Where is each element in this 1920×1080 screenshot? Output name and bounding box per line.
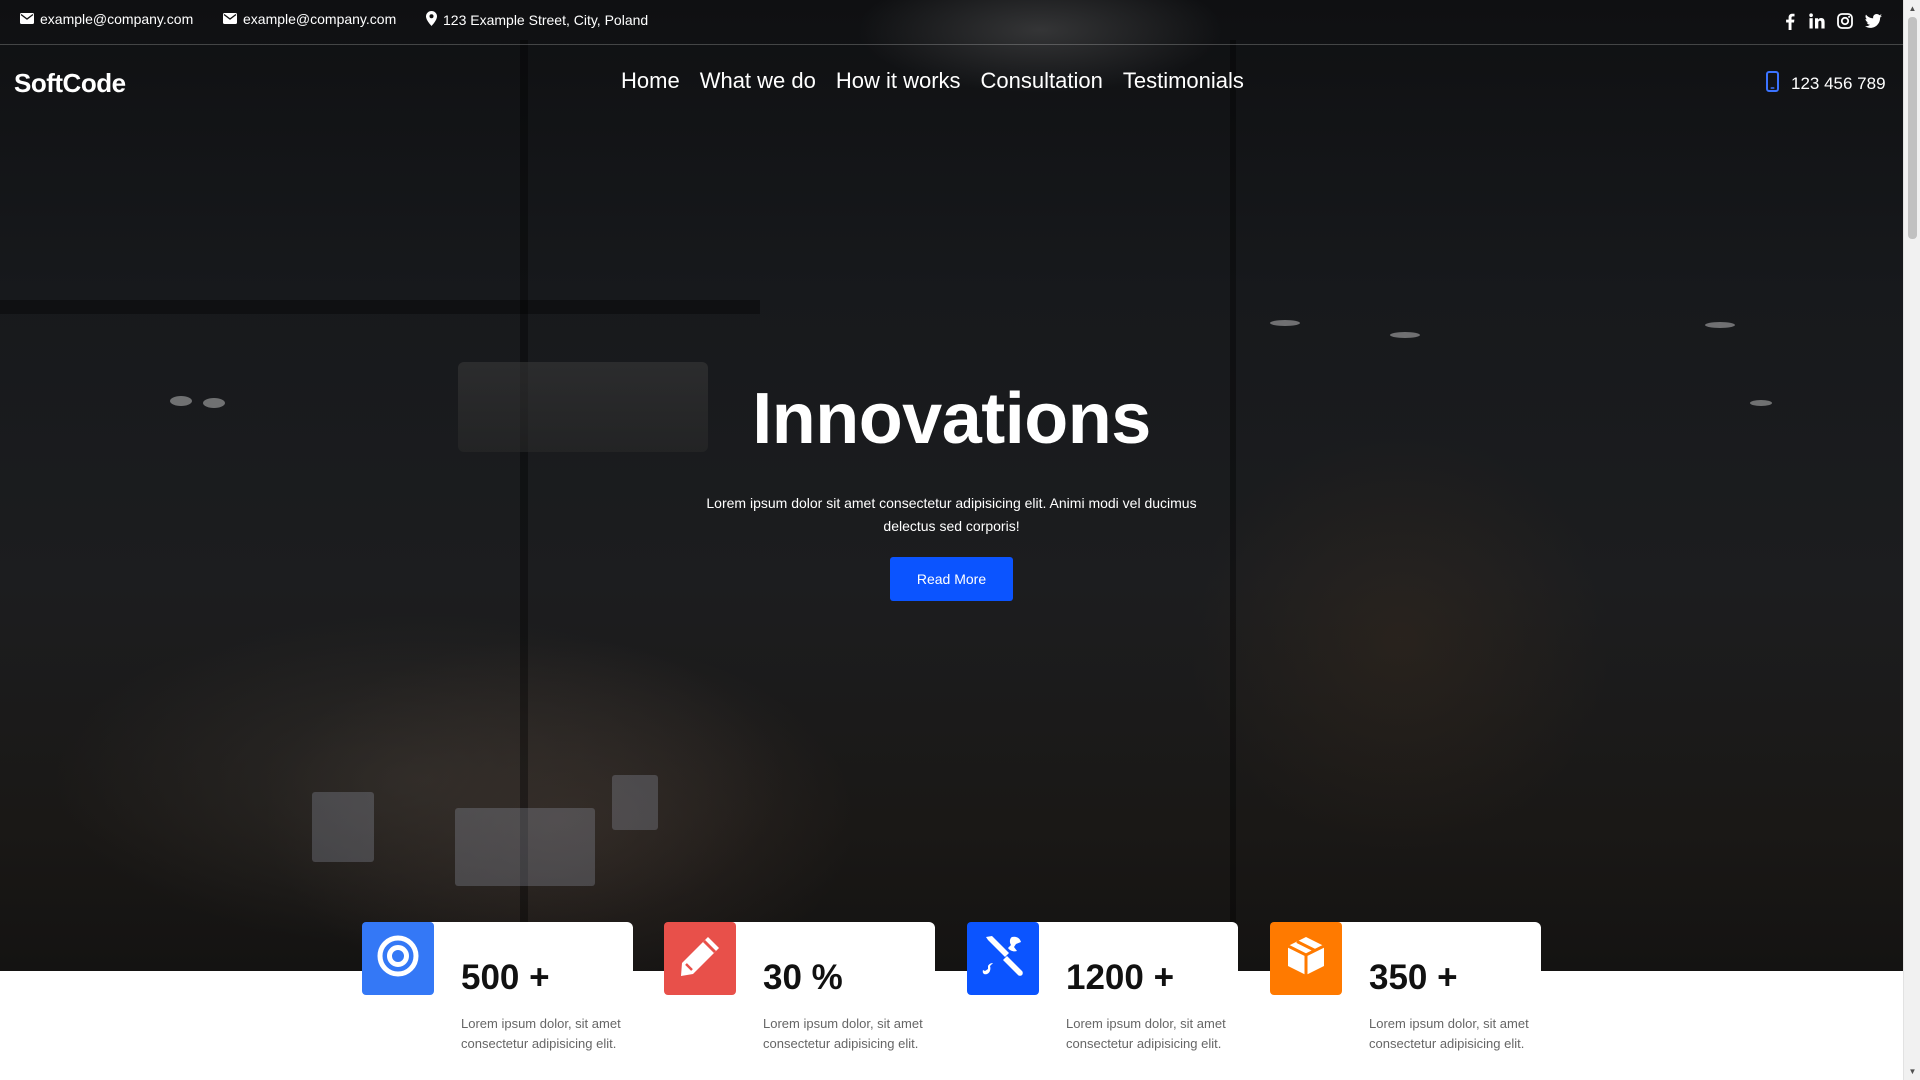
main-navigation: Home What we do How it works Consultatio… [621,68,1244,94]
top-info-bar: example@company.com example@company.com … [0,0,1903,45]
hero-photo-laptop [312,792,374,862]
target-icon [377,935,419,982]
scroll-up-arrow-icon[interactable]: ▲ [1904,0,1920,17]
stat-description: Lorem ipsum dolor, sit amet consectetur … [763,1016,923,1051]
stat-description: Lorem ipsum dolor, sit amet consectetur … [1066,1016,1226,1051]
tools-icon [980,933,1026,984]
instagram-icon[interactable] [1836,12,1854,30]
stat-value: 350 + [1369,958,1458,997]
box-icon [1284,934,1328,983]
hero-subtitle: Lorem ipsum dolor sit amet consectetur a… [706,495,1197,534]
hero-background-image [0,0,1903,971]
stat-value: 1200 + [1066,958,1175,997]
stat-card-icon-box [1270,922,1342,995]
stat-card: 30 % Lorem ipsum dolor, sit amet consect… [664,922,935,1080]
map-pin-icon [426,11,437,29]
mobile-phone-icon [1766,71,1779,97]
hero-photo-ceiling-light [1270,320,1300,326]
stat-card: 350 + Lorem ipsum dolor, sit amet consec… [1270,922,1541,1080]
site-logo[interactable]: SoftCode [14,68,126,99]
topbar-address-text: 123 Example Street, City, Poland [443,12,649,28]
hero-photo-ceiling-light [1705,322,1735,328]
topbar-email-1-text: example@company.com [40,11,194,27]
page-scrollbar[interactable]: ▲ ▼ [1903,0,1920,1080]
header-phone[interactable]: 123 456 789 [1766,71,1886,97]
envelope-icon [20,11,34,27]
stat-card-icon-box [362,922,434,995]
stat-value: 30 % [763,958,843,997]
hero-photo-window-frame [1230,40,1236,971]
stat-card: 500 + Lorem ipsum dolor, sit amet consec… [362,922,633,1080]
topbar-address: 123 Example Street, City, Poland [426,11,648,29]
hero-photo-beam [0,300,760,314]
hero-photo-laptop [455,808,595,886]
pencil-icon [678,934,722,983]
stat-card-icon-box [664,922,736,995]
hero-photo-laptop [612,775,658,830]
hero-photo-ceiling-light [1390,332,1420,338]
scroll-down-arrow-icon[interactable]: ▼ [1904,1063,1920,1080]
nav-testimonials[interactable]: Testimonials [1123,68,1244,94]
stat-description: Lorem ipsum dolor, sit amet consectetur … [461,1016,621,1051]
scrollbar-thumb[interactable] [1908,17,1917,239]
envelope-icon [223,11,237,27]
nav-consultation[interactable]: Consultation [981,68,1103,94]
nav-home[interactable]: Home [621,68,680,94]
facebook-icon[interactable] [1781,12,1799,30]
page: example@company.com example@company.com … [0,0,1903,1080]
nav-how-it-works[interactable]: How it works [836,68,961,94]
topbar-email-1[interactable]: example@company.com [20,11,193,27]
stat-value: 500 + [461,958,550,997]
read-more-button[interactable]: Read More [890,557,1013,601]
topbar-email-2[interactable]: example@company.com [223,11,396,27]
stat-card-icon-box [967,922,1039,995]
linkedin-icon[interactable] [1808,12,1826,30]
nav-what-we-do[interactable]: What we do [700,68,816,94]
topbar-email-2-text: example@company.com [243,11,397,27]
hero-title: Innovations [752,379,1151,459]
twitter-icon[interactable] [1864,12,1882,30]
header-phone-number: 123 456 789 [1791,74,1886,93]
stat-card: 1200 + Lorem ipsum dolor, sit amet conse… [967,922,1238,1080]
stat-description: Lorem ipsum dolor, sit amet consectetur … [1369,1016,1529,1051]
